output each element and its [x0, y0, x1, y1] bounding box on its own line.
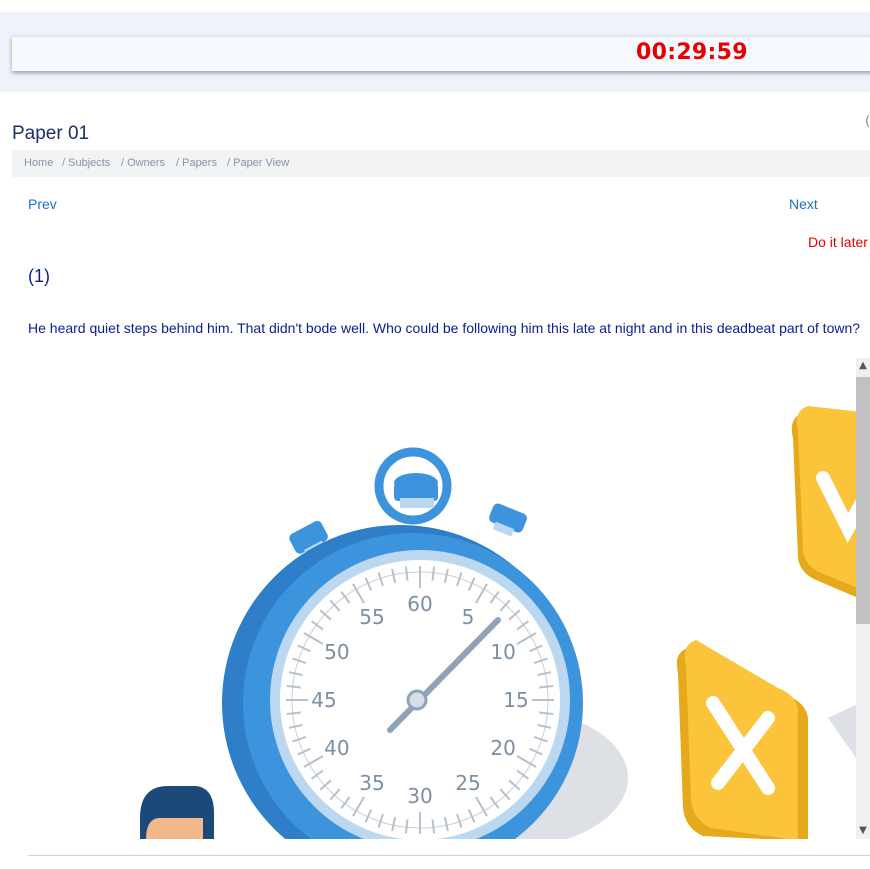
- dial-number: 35: [359, 771, 384, 795]
- dial-number: 30: [407, 784, 432, 808]
- dial-number: 25: [455, 771, 480, 795]
- breadcrumb-home[interactable]: Home: [24, 157, 53, 169]
- dial-number: 45: [311, 688, 336, 712]
- scroll-up-arrow-icon[interactable]: ▲: [856, 358, 870, 374]
- prev-button[interactable]: Prev: [28, 196, 57, 212]
- question-text: He heard quiet steps behind him. That di…: [28, 320, 861, 336]
- corner-glyph: (: [865, 114, 870, 129]
- dial-number: 40: [324, 736, 349, 760]
- dial-number: 60: [407, 592, 432, 616]
- scroll-down-arrow-icon[interactable]: ▼: [856, 823, 870, 839]
- divider: [28, 855, 870, 856]
- dial-number: 15: [503, 688, 528, 712]
- countdown-timer: 00:29:59: [636, 40, 748, 65]
- breadcrumb-paper-view: / Paper View: [227, 157, 290, 169]
- dial-number: 20: [490, 736, 515, 760]
- question-image: 60 5 10 15 20 25 30 35 40 45 50 55: [28, 358, 870, 839]
- person-illustration: [140, 786, 214, 839]
- do-it-later-button[interactable]: Do it later: [808, 234, 868, 250]
- stopwatch-illustration: 60 5 10 15 20 25 30 35 40 45 50 55: [140, 406, 870, 839]
- dial-number: 5: [462, 605, 475, 629]
- breadcrumb-papers[interactable]: / Papers: [176, 157, 217, 169]
- next-button[interactable]: Next: [789, 196, 818, 212]
- breadcrumb-subjects[interactable]: / Subjects: [62, 157, 110, 169]
- dial-number: 10: [490, 640, 515, 664]
- image-scrollbar[interactable]: ▲ ▼: [856, 358, 870, 839]
- question-number: (1): [28, 266, 50, 286]
- cross-badge-icon: [676, 640, 808, 839]
- breadcrumb-owners[interactable]: / Owners: [121, 157, 165, 169]
- scroll-thumb[interactable]: [856, 377, 870, 624]
- dial-number: 50: [324, 640, 349, 664]
- dial-number: 55: [359, 605, 384, 629]
- page-title: Paper 01: [12, 123, 90, 144]
- breadcrumb: Home / Subjects / Owners / Papers / Pape…: [12, 150, 870, 177]
